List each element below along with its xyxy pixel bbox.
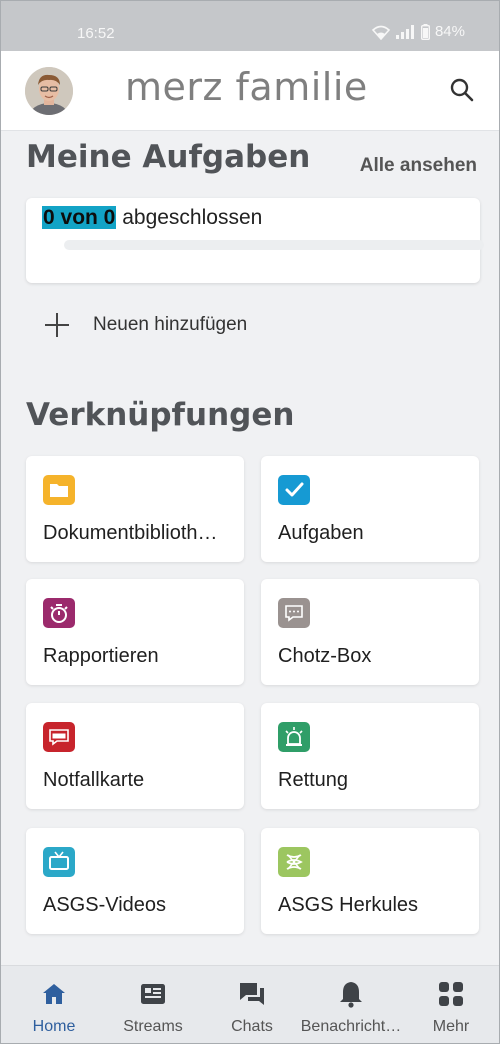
- home-icon: [41, 980, 67, 1008]
- plus-icon: [45, 313, 69, 337]
- checkbox-icon: [278, 475, 310, 505]
- nav-chats[interactable]: Chats: [202, 966, 302, 1043]
- shortcut-asgs-herkules[interactable]: ASGS Herkules: [261, 828, 479, 934]
- status-time: 16:52: [77, 25, 115, 42]
- shortcut-label: Dokumentbiblioth…: [43, 522, 218, 544]
- shortcut-label: Rettung: [278, 769, 349, 791]
- battery-percent: 84%: [434, 23, 465, 40]
- shortcut-label: ASGS Herkules: [278, 894, 419, 916]
- tasks-count: 0 von 0: [42, 206, 117, 229]
- bottom-navigation: Home Streams Chats Benachricht… Mehr: [1, 965, 499, 1043]
- chat-box-icon: [278, 598, 310, 628]
- app-header: merz familie: [1, 51, 499, 131]
- shortcut-chotz-box[interactable]: Chotz-Box: [261, 579, 479, 685]
- streams-icon: [140, 980, 166, 1008]
- tasks-section-title: Meine Aufgaben: [26, 139, 311, 175]
- tasks-progress-bar: [64, 240, 484, 250]
- battery-icon: [420, 23, 430, 40]
- status-bar: 16:52 84%: [1, 1, 499, 51]
- nav-label: Home: [32, 1018, 76, 1035]
- bell-icon: [339, 980, 363, 1008]
- shortcut-tasks[interactable]: Aufgaben: [261, 456, 479, 562]
- shortcut-notfallkarte[interactable]: Notfallkarte: [26, 703, 244, 809]
- shortcut-label: Rapportieren: [43, 645, 159, 667]
- add-new-label: Neuen hinzufügen: [93, 314, 248, 335]
- status-icons: 84%: [371, 23, 465, 40]
- add-new-task-button[interactable]: Neuen hinzufügen: [45, 313, 247, 337]
- tasks-completed-label: abgeschlossen: [122, 206, 263, 229]
- shortcut-label: Chotz-Box: [278, 645, 372, 667]
- sos-icon: [43, 722, 75, 752]
- tv-icon: [43, 847, 75, 877]
- search-icon: [449, 78, 475, 107]
- shortcuts-section-title: Verknüpfungen: [26, 397, 295, 433]
- nav-streams[interactable]: Streams: [103, 966, 203, 1043]
- tasks-summary-card[interactable]: 0 von 0 abgeschlossen: [26, 198, 484, 283]
- shortcut-document-library[interactable]: Dokumentbiblioth…: [26, 456, 244, 562]
- avatar[interactable]: [25, 67, 73, 115]
- nav-more[interactable]: Mehr: [401, 966, 499, 1043]
- shortcut-label: ASGS-Videos: [43, 894, 167, 916]
- shortcut-rettung[interactable]: Rettung: [261, 703, 479, 809]
- siren-icon: [278, 722, 310, 752]
- tasks-progress-text: 0 von 0 abgeschlossen: [42, 206, 262, 230]
- chats-icon: [238, 980, 266, 1008]
- search-button[interactable]: [449, 77, 477, 105]
- nav-notifications[interactable]: Benachricht…: [300, 966, 402, 1043]
- herkules-icon: [278, 847, 310, 877]
- community-title: merz familie: [125, 65, 368, 109]
- shortcut-label: Aufgaben: [278, 522, 364, 544]
- see-all-link[interactable]: Alle ansehen: [360, 155, 477, 177]
- nav-home[interactable]: Home: [4, 966, 104, 1043]
- app-frame: 16:52 84% merz familie Meine Aufgaben Al…: [0, 0, 500, 1044]
- nav-label: Chats: [231, 1018, 273, 1035]
- shortcut-label: Notfallkarte: [43, 769, 145, 791]
- folder-icon: [43, 475, 75, 505]
- more-grid-icon: [438, 980, 464, 1008]
- nav-label: Streams: [123, 1018, 183, 1035]
- wifi-icon: [371, 24, 391, 40]
- nav-label: Benachricht…: [300, 1018, 402, 1035]
- nav-label: Mehr: [432, 1018, 470, 1035]
- shortcut-asgs-videos[interactable]: ASGS-Videos: [26, 828, 244, 934]
- stopwatch-icon: [43, 598, 75, 628]
- signal-icon: [395, 24, 416, 39]
- shortcut-rapportieren[interactable]: Rapportieren: [26, 579, 244, 685]
